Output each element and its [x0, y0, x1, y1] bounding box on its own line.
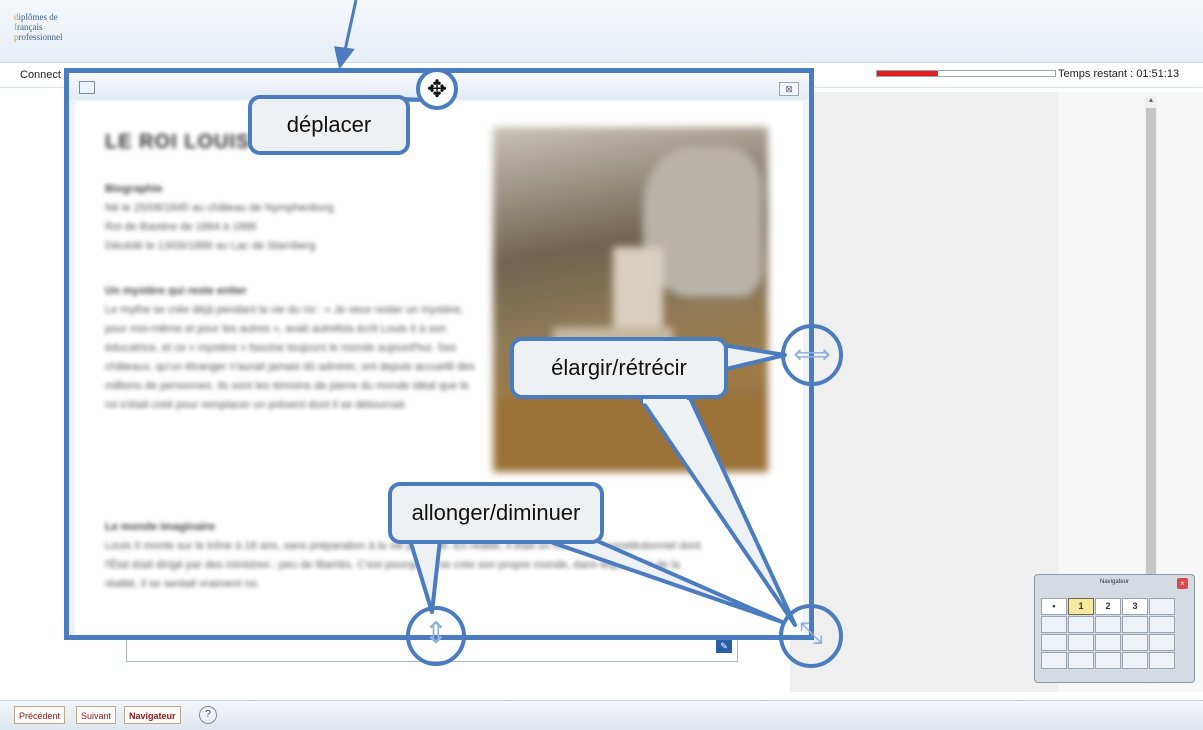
time-progress-fill — [877, 71, 938, 76]
next-button[interactable]: Suivant — [76, 706, 117, 724]
nav-cell-current[interactable]: 1 — [1068, 598, 1094, 615]
blurred-paragraph: Louis II monte sur le trône à 18 ans, sa… — [105, 540, 701, 590]
navigator-window[interactable]: Navigateur × • 1 2 3 — [1034, 574, 1195, 683]
navigator-title: Navigateur — [1099, 579, 1129, 585]
connection-label: Connect — [20, 69, 61, 81]
castle-photo — [493, 127, 768, 472]
nav-cell — [1149, 634, 1175, 651]
nav-cell — [1122, 652, 1148, 669]
time-remaining: Temps restant : 01:51:13 — [1058, 68, 1180, 80]
move-handle[interactable]: ✥ — [416, 68, 458, 110]
callout-height-label: allonger/diminuer — [411, 500, 581, 525]
vertical-resize-handle[interactable]: ⇕ — [406, 606, 466, 666]
corner-resize-handle[interactable]: ⤡ — [779, 604, 843, 668]
horizontal-resize-icon: ⟺ — [793, 340, 831, 370]
nav-cell — [1149, 598, 1175, 615]
nav-cell — [1068, 652, 1094, 669]
nav-cell — [1041, 616, 1067, 633]
scroll-up-icon[interactable]: ▲ — [1145, 96, 1157, 106]
navigator-button[interactable]: Navigateur — [124, 706, 181, 724]
blurred-heading: Le monde imaginaire — [105, 521, 216, 533]
nav-cell — [1068, 634, 1094, 651]
logo-line-2: français — [14, 22, 43, 32]
logo-line-3: professionnel — [14, 32, 63, 42]
callout-height: allonger/diminuer — [388, 482, 604, 544]
nav-cell — [1149, 652, 1175, 669]
navigator-grid: • 1 2 3 — [1041, 598, 1175, 669]
blurred-heading: Biographie — [105, 183, 163, 195]
nav-cell — [1149, 616, 1175, 633]
answer-panel — [790, 92, 1058, 692]
window-icon — [79, 81, 95, 94]
word-count-icon: ✎ — [716, 640, 732, 653]
previous-button[interactable]: Précédent — [14, 706, 66, 724]
vertical-resize-icon: ⇕ — [423, 616, 449, 651]
document-title: LE ROI LOUIS II — [105, 131, 271, 153]
nav-cell — [1041, 634, 1067, 651]
nav-cell — [1095, 634, 1121, 651]
nav-cell[interactable]: 2 — [1095, 598, 1121, 615]
navigator-close-button[interactable]: × — [1177, 578, 1188, 589]
help-icon[interactable]: ? — [199, 706, 217, 724]
logo-line-1: diplômes de — [14, 12, 58, 22]
nav-cell — [1041, 652, 1067, 669]
callout-width-label: élargir/rétrécir — [551, 355, 687, 380]
move-arrows-icon: ✥ — [426, 75, 448, 103]
nav-cell — [1095, 652, 1121, 669]
blurred-heading: Un mystère qui reste entier — [105, 285, 247, 297]
blurred-paragraph: Le mythe se crée déjà pendant la vie du … — [105, 304, 475, 411]
nav-cell — [1122, 634, 1148, 651]
time-progress-bar — [876, 70, 1056, 77]
callout-move: déplacer — [248, 95, 410, 155]
logo: diplômes de français professionnel — [14, 12, 63, 42]
diagonal-resize-icon: ⤡ — [799, 616, 823, 651]
nav-cell — [1068, 616, 1094, 633]
blurred-paragraph: Né le 25/08/1845 au château de Nymphenbu… — [105, 202, 334, 252]
close-button[interactable]: ⊠ — [779, 82, 799, 96]
nav-cell[interactable]: • — [1041, 598, 1067, 615]
callout-move-label: déplacer — [286, 112, 372, 137]
nav-cell — [1095, 616, 1121, 633]
app-header — [0, 0, 1203, 63]
scrollbar-thumb[interactable] — [1146, 108, 1156, 578]
nav-cell — [1122, 616, 1148, 633]
nav-cell[interactable]: 3 — [1122, 598, 1148, 615]
callout-width: élargir/rétrécir — [510, 337, 728, 399]
horizontal-resize-handle[interactable]: ⟺ — [781, 324, 843, 386]
